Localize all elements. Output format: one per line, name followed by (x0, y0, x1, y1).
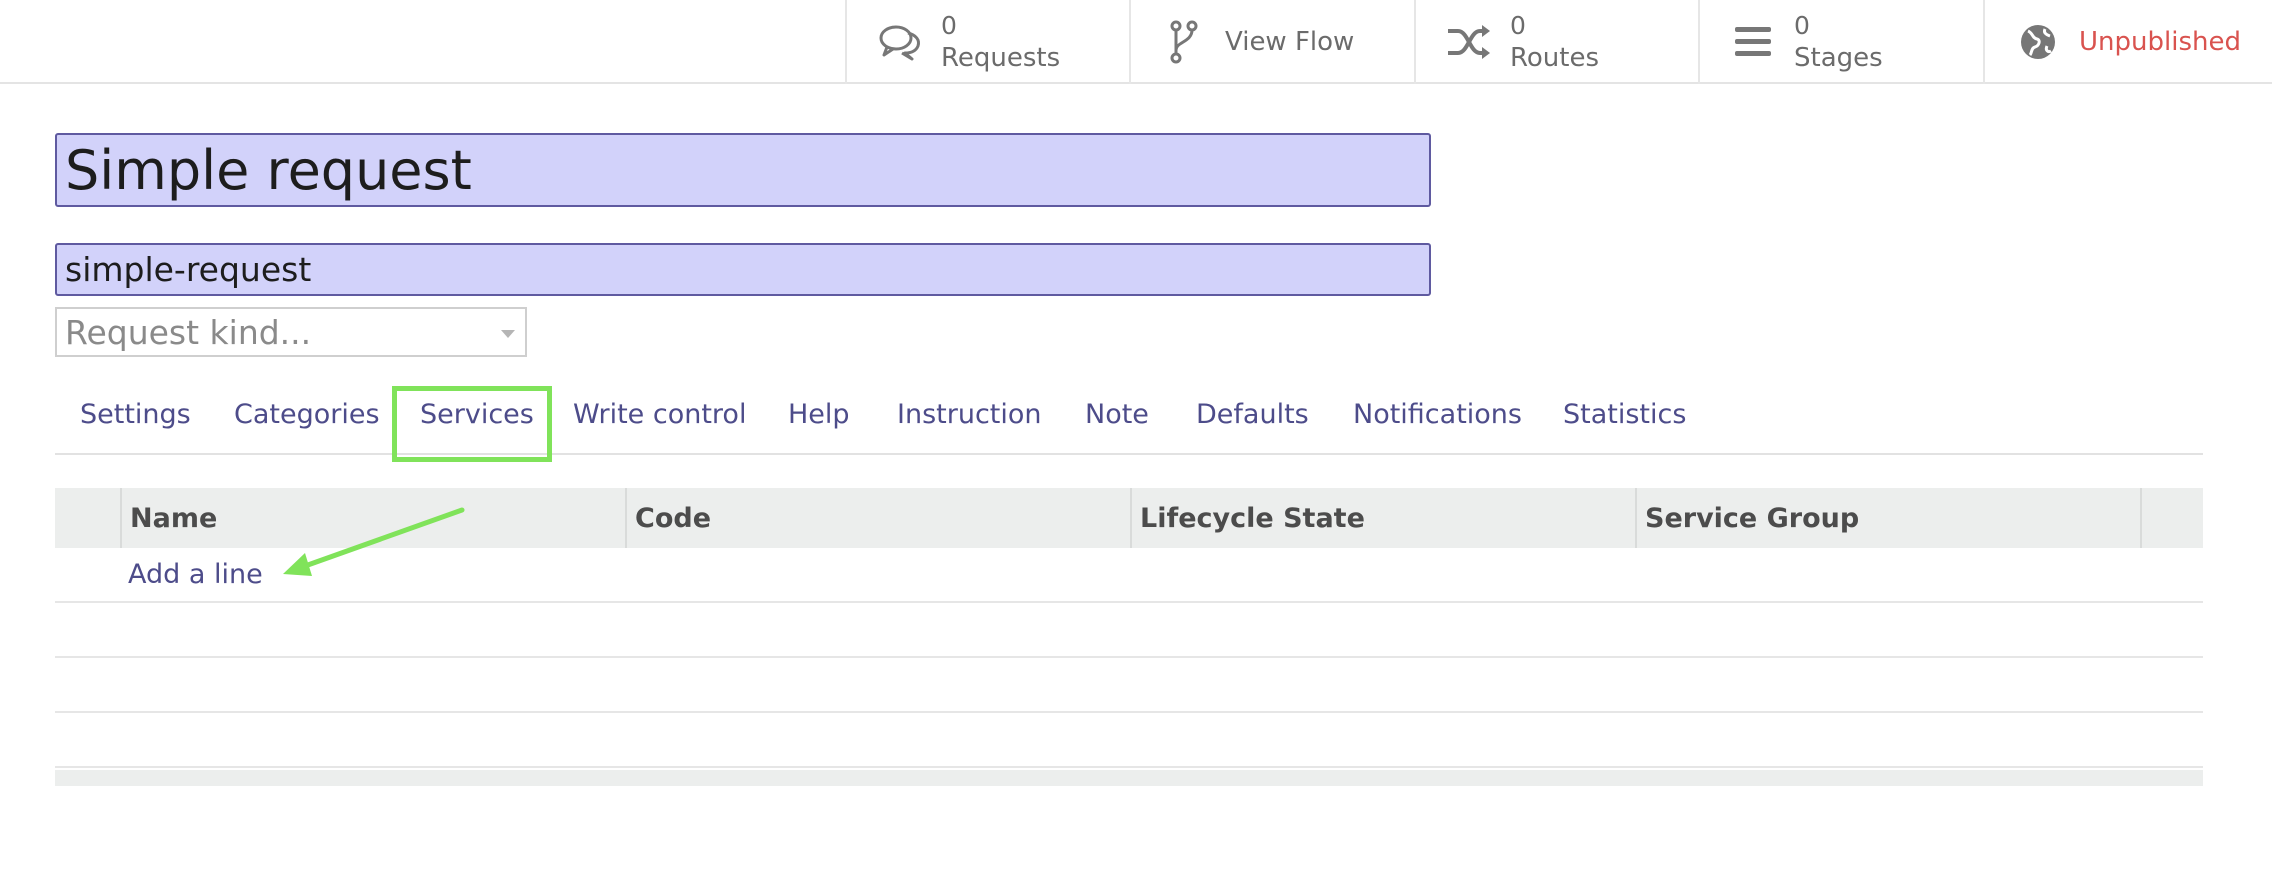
table-row (55, 658, 2203, 713)
list-bars-icon (1730, 19, 1776, 65)
tab-defaults[interactable]: Defaults (1196, 399, 1309, 430)
branch-icon (1161, 19, 1207, 65)
view-flow-button[interactable]: View Flow (1129, 0, 1414, 84)
column-header-actions (2140, 488, 2203, 548)
stages-count: 0 (1794, 11, 1810, 40)
column-name-label: Name (130, 502, 218, 534)
table-row (55, 548, 2203, 603)
shuffle-icon (1446, 19, 1492, 65)
table-footer (55, 770, 2203, 786)
unpublished-label: Unpublished (2079, 27, 2241, 57)
stat-bar: 0 Requests View Flow 0 Routes 0 Stages U… (0, 0, 2272, 84)
routes-count: 0 (1510, 11, 1526, 40)
stages-label: Stages (1794, 43, 1883, 73)
view-flow-label: View Flow (1225, 27, 1355, 57)
caret-down-icon (501, 330, 515, 338)
column-service-group-label: Service Group (1645, 502, 1860, 534)
tab-write-control[interactable]: Write control (573, 399, 746, 430)
routes-label: Routes (1510, 43, 1600, 73)
column-header-service-group[interactable]: Service Group (1635, 488, 2140, 548)
request-kind-placeholder: Request kind... (65, 312, 312, 352)
column-lifecycle-label: Lifecycle State (1140, 502, 1365, 534)
add-a-line-link[interactable]: Add a line (128, 559, 263, 590)
tab-bar: Settings Categories Services Write contr… (55, 385, 2203, 455)
requests-label: Requests (941, 43, 1061, 73)
tab-statistics[interactable]: Statistics (1563, 399, 1686, 430)
table-header: Name Code Lifecycle State Service Group (55, 488, 2203, 548)
table-row (55, 713, 2203, 768)
tab-settings[interactable]: Settings (80, 399, 191, 430)
publish-toggle-button[interactable]: Unpublished (1983, 0, 2272, 84)
column-header-code[interactable]: Code (625, 488, 1130, 548)
request-code-input[interactable] (55, 243, 1431, 296)
requests-count: 0 (941, 11, 957, 40)
requests-stat-button[interactable]: 0 Requests (845, 0, 1129, 84)
tab-notifications[interactable]: Notifications (1353, 399, 1522, 430)
globe-icon (2015, 19, 2061, 65)
routes-stat-button[interactable]: 0 Routes (1414, 0, 1698, 84)
request-kind-select[interactable]: Request kind... (55, 307, 527, 357)
tab-note[interactable]: Note (1085, 399, 1149, 430)
column-header-name[interactable]: Name (120, 488, 625, 548)
tab-help[interactable]: Help (788, 399, 850, 430)
column-code-label: Code (635, 502, 712, 534)
speech-bubbles-icon (877, 19, 923, 65)
table-row (55, 603, 2203, 658)
services-tab-highlight (392, 386, 552, 462)
tab-categories[interactable]: Categories (234, 399, 380, 430)
request-title-input[interactable] (55, 133, 1431, 207)
column-header-lifecycle-state[interactable]: Lifecycle State (1130, 488, 1635, 548)
tab-instruction[interactable]: Instruction (897, 399, 1042, 430)
stages-stat-button[interactable]: 0 Stages (1698, 0, 1983, 84)
